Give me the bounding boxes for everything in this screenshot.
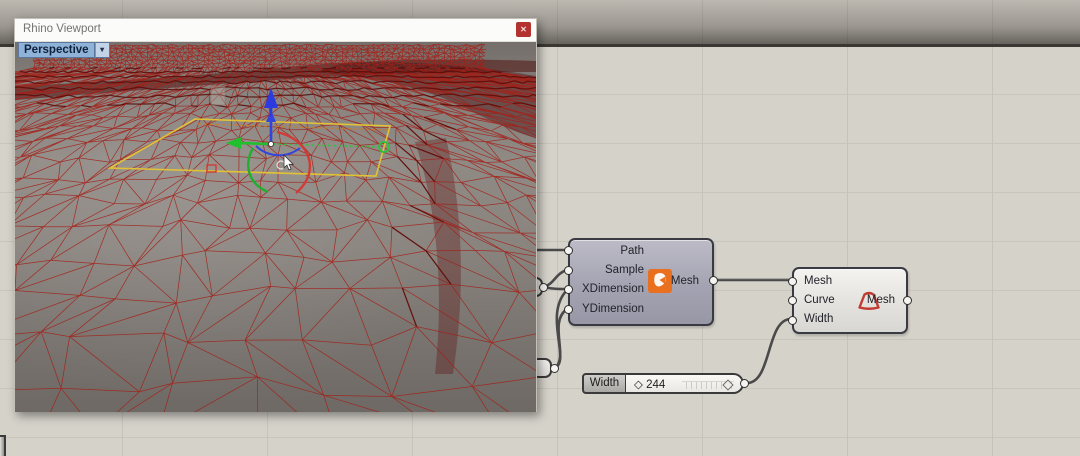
close-button[interactable]: ✕ (516, 22, 531, 37)
wire-slider-to-width[interactable] (747, 319, 791, 383)
hidden-component-a-output-port[interactable] (539, 283, 548, 292)
viewport-content[interactable]: Perspective ▾ (15, 42, 536, 412)
viewport-3d-scene[interactable] (15, 42, 536, 412)
input-label-sample: Sample (570, 264, 644, 276)
input-label-curve: Curve (804, 294, 835, 306)
port-path[interactable] (564, 246, 573, 255)
clipped-edge-widget (0, 435, 6, 456)
port-width-in[interactable] (788, 316, 797, 325)
port-xdimension[interactable] (564, 285, 573, 294)
y-axis-arrow (239, 143, 269, 144)
output-label-mesh: Mesh (671, 275, 699, 287)
port-mesh-out[interactable] (709, 276, 718, 285)
input-label-path: Path (570, 245, 644, 257)
component-mesh-thicken[interactable]: Mesh Curve Width Mesh (792, 267, 908, 334)
viewport-mode-selector[interactable]: Perspective ▾ (18, 42, 110, 58)
output-label-mesh2: Mesh (867, 294, 895, 306)
port-mesh2-out[interactable] (903, 296, 912, 305)
faded-widget (211, 86, 225, 105)
rhino-viewport-titlebar[interactable]: Rhino Viewport ✕ (15, 19, 536, 42)
rhino-viewport-window: Rhino Viewport ✕ Perspective ▾ (14, 18, 537, 412)
hidden-component-b-output-port[interactable] (550, 364, 559, 373)
slider-name-tag[interactable]: Width (582, 373, 627, 394)
port-mesh-in[interactable] (788, 277, 797, 286)
port-ydimension[interactable] (564, 305, 573, 314)
port-slider-out[interactable] (740, 379, 749, 388)
port-curve-in[interactable] (788, 296, 797, 305)
port-sample[interactable] (564, 266, 573, 275)
input-label-ydimension: YDimension (570, 303, 644, 315)
grasshopper-canvas[interactable]: Path Sample XDimension YDimension Mesh M… (0, 0, 1080, 456)
gumball-center (268, 141, 273, 146)
chevron-down-icon[interactable]: ▾ (95, 42, 110, 58)
input-label-width: Width (804, 313, 833, 325)
input-label-mesh: Mesh (804, 275, 832, 287)
window-title: Rhino Viewport (23, 23, 101, 35)
component-mesh-from-path[interactable]: Path Sample XDimension YDimension Mesh (568, 238, 714, 326)
slider-value: ◇ 244 (634, 377, 665, 391)
mesh-component-icon (648, 269, 672, 293)
viewport-mode-label: Perspective (18, 42, 95, 58)
width-slider[interactable]: ◇ 244 (626, 373, 744, 394)
input-label-xdimension: XDimension (570, 283, 644, 295)
